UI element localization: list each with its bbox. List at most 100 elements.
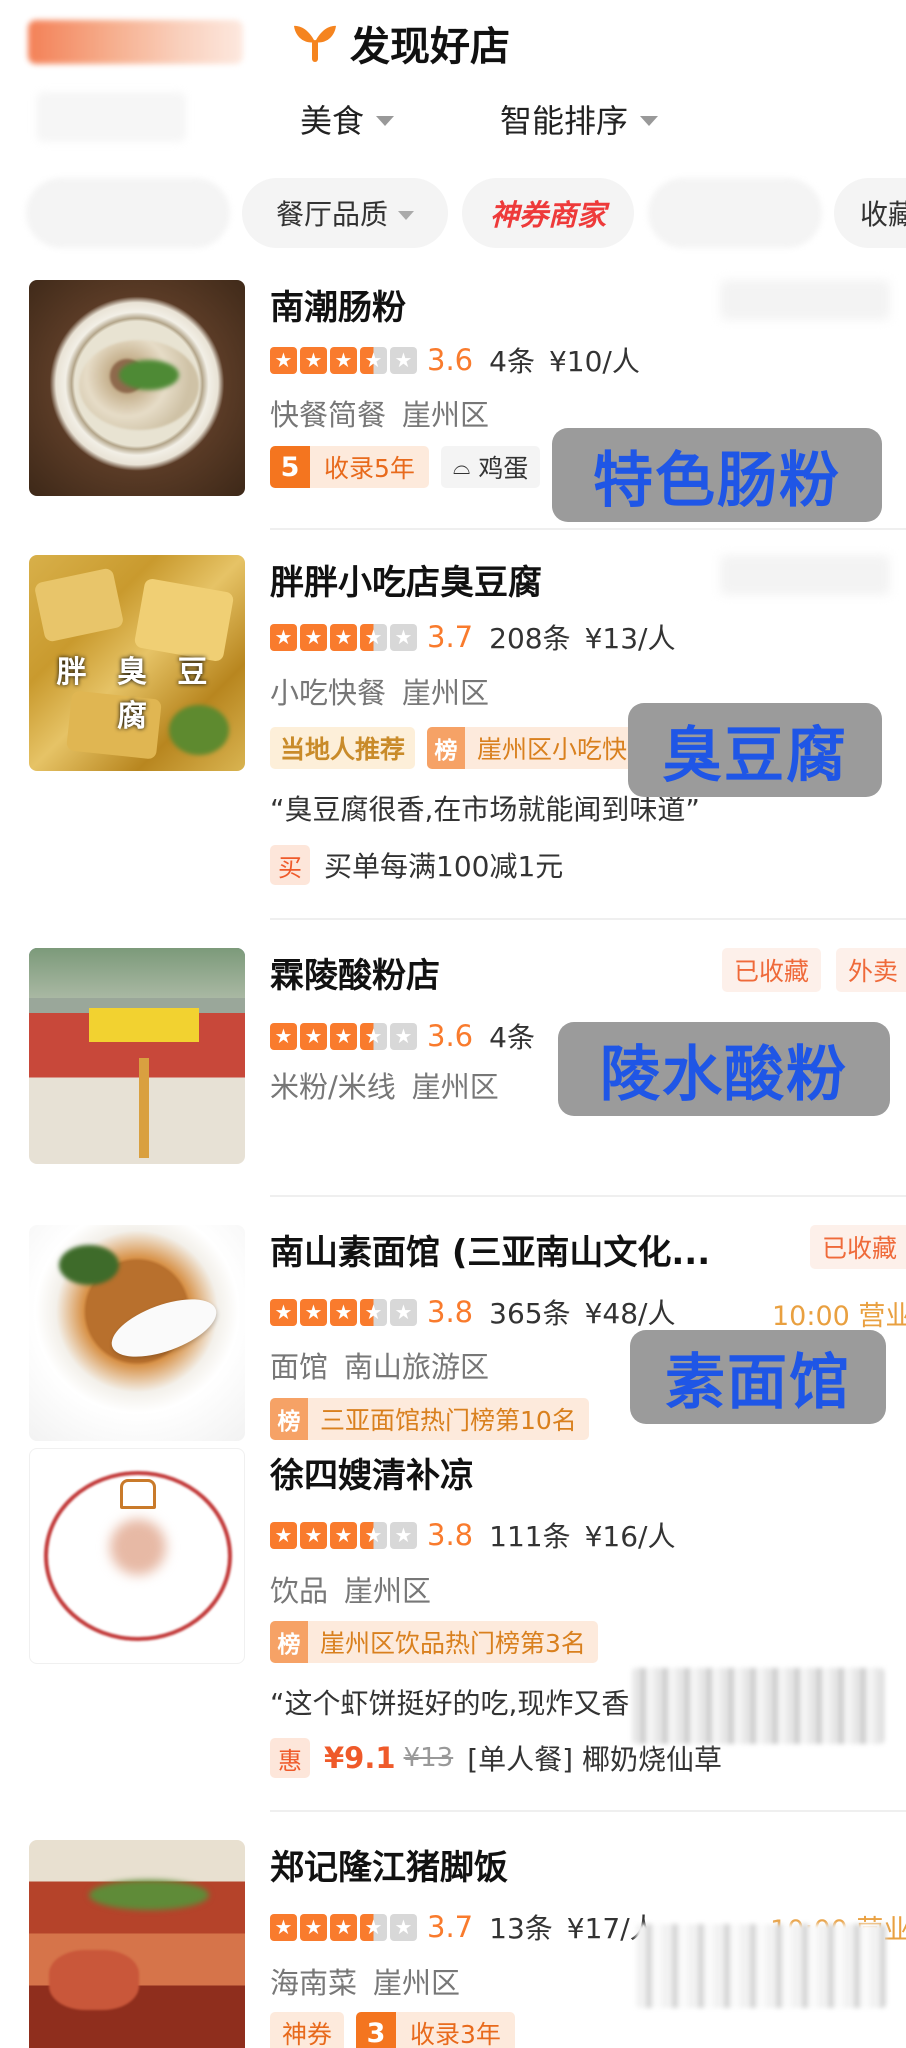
star-icon: ★	[300, 1913, 327, 1941]
tag-number: 3	[356, 2012, 397, 2048]
filter-chip-blurred[interactable]	[26, 178, 230, 248]
star-icon: ★	[270, 1022, 297, 1050]
ranking-tag: 榜 三亚面馆热门榜第10名	[270, 1398, 589, 1440]
sort-label: 智能排序	[500, 102, 629, 140]
shop-area: 崖州区	[373, 1966, 461, 2000]
storefront-sign	[89, 1008, 199, 1042]
star-icon: ★	[390, 1913, 417, 1941]
ranking-label: 崖州区饮品热门榜第3名	[320, 1629, 586, 1658]
star-icon: ★	[300, 346, 327, 374]
star-icon: ★	[270, 1298, 297, 1326]
shop-photo	[29, 1840, 245, 2048]
category-area: 海南菜 崖州区	[270, 1960, 460, 2002]
category-dropdown[interactable]: 美食	[300, 96, 395, 142]
saved-badge: 已收藏	[810, 1225, 906, 1269]
review-count: 4条	[489, 1021, 535, 1054]
chip-label: 餐厅品质	[275, 198, 388, 231]
rating-score: 3.6	[427, 1019, 474, 1053]
filter-chip-quality[interactable]: 餐厅品质	[242, 178, 448, 248]
ranking-tag: 榜 崖州区饮品热门榜第3名	[270, 1621, 598, 1663]
star-icon: ★	[390, 1298, 417, 1326]
star-icon: ★	[270, 1913, 297, 1941]
ranking-icon: 榜	[427, 727, 466, 769]
shop-category: 海南菜	[270, 1966, 358, 2000]
star-icon: ★	[390, 1022, 417, 1050]
star-icon: ★	[360, 623, 387, 651]
shop-category: 饮品	[270, 1574, 329, 1608]
filter-chip-blurred[interactable]	[648, 178, 822, 248]
divider	[270, 1195, 906, 1197]
shop-photo: 胖 臭 豆 腐	[29, 555, 245, 771]
tag-row: 5 收录5年 ⌓ 鸡蛋	[270, 446, 541, 488]
open-time: 10:00 营业	[772, 1301, 906, 1332]
ranking-label: 三亚面馆热门榜第10名	[320, 1406, 577, 1435]
review-count: 4条	[489, 345, 535, 378]
star-icon: ★	[300, 623, 327, 651]
shop-name: 徐四嫂清补凉	[270, 1456, 474, 1496]
star-icon: ★	[300, 1521, 327, 1549]
star-icon: ★	[360, 346, 387, 374]
buy-icon: 买	[270, 845, 310, 885]
top-bar: 发现好店	[0, 0, 906, 88]
rating-row: ★ ★ ★ ★ ★ 3.8 365条 ¥48/人	[270, 1292, 675, 1332]
divider	[270, 1810, 906, 1812]
star-icon: ★	[330, 623, 357, 651]
tag-label: 收录3年	[396, 2012, 515, 2048]
category-area: 饮品 崖州区	[270, 1568, 431, 1610]
star-icon: ★	[330, 1913, 357, 1941]
star-icon: ★	[360, 1913, 387, 1941]
category-area: 快餐简餐 崖州区	[270, 392, 489, 434]
promo-row[interactable]: 买 买单每满100减1元	[270, 845, 563, 885]
rating-row: ★ ★ ★ ★ ★ 3.7 13条 ¥17/人	[270, 1907, 658, 1947]
star-icon: ★	[390, 1521, 417, 1549]
star-icon: ★	[360, 1298, 387, 1326]
discount-icon: 惠	[270, 1738, 310, 1778]
promo-row[interactable]: 惠 ¥9.1 ¥13 [单人餐] 椰奶烧仙草	[270, 1738, 722, 1778]
rating-score: 3.8	[427, 1518, 474, 1552]
original-price: ¥13	[403, 1743, 454, 1773]
filter-chip-favorites[interactable]: 收藏	[834, 178, 906, 248]
blurred-image	[632, 1668, 884, 1744]
star-rating: ★ ★ ★ ★ ★	[270, 1298, 417, 1326]
star-icon: ★	[270, 623, 297, 651]
tag-row: 榜 三亚面馆热门榜第10名	[270, 1398, 589, 1440]
shop-category: 面馆	[270, 1350, 329, 1384]
star-rating: ★ ★ ★ ★ ★	[270, 1521, 417, 1549]
caret-down-icon	[640, 116, 659, 126]
coupon-tag: 神券	[270, 2012, 345, 2048]
years-listed-tag: 5 收录5年	[270, 446, 429, 488]
page-title: 发现好店	[350, 24, 510, 70]
filter-chip-coupon-merchant[interactable]: 神券商家	[462, 178, 634, 248]
sort-dropdown[interactable]: 智能排序	[500, 96, 659, 142]
star-rating: ★ ★ ★ ★ ★	[270, 623, 417, 651]
ranking-icon: 榜	[270, 1398, 308, 1440]
dish-tag: ⌓ 鸡蛋	[440, 446, 541, 488]
local-recommend-tag: 当地人推荐	[270, 727, 416, 769]
shop-area: 崖州区	[411, 1070, 499, 1104]
star-rating: ★ ★ ★ ★ ★	[270, 1913, 417, 1941]
review-count: 111条	[489, 1520, 571, 1553]
rating-score: 3.7	[427, 620, 474, 654]
avg-price: ¥13/人	[584, 622, 676, 655]
rating-row: ★ ★ ★ ★ ★ 3.8 111条 ¥16/人	[270, 1515, 675, 1555]
blurred-filter	[36, 92, 186, 142]
shop-name: 郑记隆江猪脚饭	[270, 1848, 508, 1888]
shop-area: 南山旅游区	[344, 1350, 490, 1384]
caret-down-icon	[376, 116, 395, 126]
review-count: 208条	[489, 622, 571, 655]
blurred-right-info	[720, 555, 890, 595]
saved-badge: 已收藏	[722, 948, 822, 992]
caret-down-icon	[398, 210, 414, 220]
shop-category: 米粉/米线	[270, 1070, 396, 1104]
chip-label: 神券商家	[489, 198, 606, 232]
tag-row: 当地人推荐 榜 崖州区小吃快	[270, 727, 640, 769]
category-area: 面馆 南山旅游区	[270, 1344, 489, 1386]
blurred-logo	[28, 20, 243, 64]
promo-text: 买单每满100减1元	[324, 850, 564, 883]
shop-photo	[29, 280, 245, 496]
shop-category: 小吃快餐	[270, 676, 387, 710]
star-icon: ★	[330, 1298, 357, 1326]
tag-row: 榜 崖州区饮品热门榜第3名	[270, 1621, 598, 1663]
star-rating: ★ ★ ★ ★ ★	[270, 346, 417, 374]
tag-row: 神券 3 收录3年	[270, 2012, 515, 2048]
